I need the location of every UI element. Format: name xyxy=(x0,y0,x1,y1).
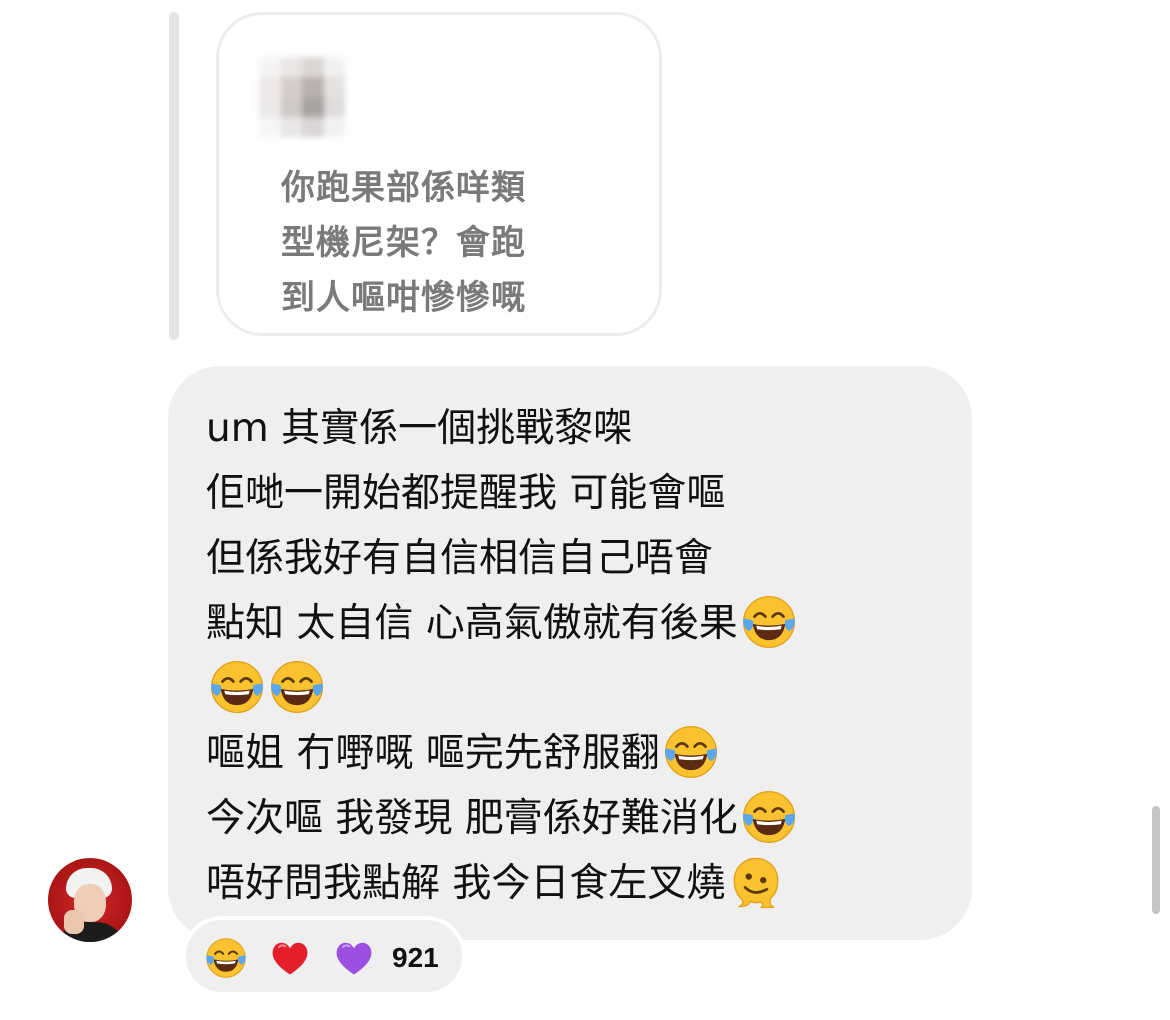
message-line: 嘔姐 冇嘢嘅 嘔完先舒服翻 xyxy=(206,721,946,786)
chat-thread: 你跑果部係咩類 型機尼架？會跑 到人嘔咁慘慘嘅 um 其實係一個挑戰黎㗎佢哋一開… xyxy=(0,0,1170,1020)
purple-heart-icon xyxy=(332,936,376,980)
message-line-text: um 其實係一個挑戰黎㗎 xyxy=(206,406,633,451)
joy-emoji-icon xyxy=(740,593,798,651)
joy-emoji-icon xyxy=(740,788,798,846)
message-line-text: 佢哋一開始都提醒我 可能會嘔 xyxy=(206,471,726,516)
message-line-text: 嘔姐 冇嘢嘅 嘔完先舒服翻 xyxy=(206,731,660,776)
quoted-line: 到人嘔咁慘慘嘅 xyxy=(281,278,526,318)
message-line: 今次嘔 我發現 肥膏係好難消化 xyxy=(206,786,946,851)
message-line: 但係我好有自信相信自己唔會 xyxy=(206,526,946,591)
quoted-message-bubble[interactable]: 你跑果部係咩類 型機尼架？會跑 到人嘔咁慘慘嘅 xyxy=(216,12,662,336)
message-text: um 其實係一個挑戰黎㗎佢哋一開始都提醒我 可能會嘔 但係我好有自信相信自己唔會點… xyxy=(206,396,946,916)
joy-emoji-icon xyxy=(208,658,266,716)
joy-emoji-icon xyxy=(268,658,326,716)
blurred-thumbnail xyxy=(259,57,345,137)
message-bubble[interactable]: um 其實係一個挑戰黎㗎佢哋一開始都提醒我 可能會嘔 但係我好有自信相信自己唔會點… xyxy=(168,366,972,940)
quoted-message-text: 你跑果部係咩類 型機尼架？會跑 到人嘔咁慘慘嘅 xyxy=(281,161,601,326)
reaction-count: 921 xyxy=(392,942,439,973)
message-line-text: 但係我好有自信相信自己唔會 xyxy=(206,536,714,581)
quoted-line: 你跑果部係咩類 xyxy=(281,168,526,208)
reactions-pill[interactable]: 921 xyxy=(182,916,466,996)
message-line: um 其實係一個挑戰黎㗎 xyxy=(206,396,946,461)
message-line: 唔好問我點解 我今日食左叉燒 xyxy=(206,851,946,916)
melting-face-emoji-icon xyxy=(727,853,785,911)
scrollbar[interactable] xyxy=(1152,806,1160,914)
message-line: 佢哋一開始都提醒我 可能會嘔 xyxy=(206,461,946,526)
red-heart-icon xyxy=(268,936,312,980)
sender-avatar[interactable] xyxy=(48,858,132,942)
reply-indicator-bar xyxy=(169,12,179,340)
joy-emoji-icon xyxy=(662,723,720,781)
message-line xyxy=(206,656,946,721)
message-line-text: 唔好問我點解 我今日食左叉燒 xyxy=(206,861,726,906)
joy-emoji-icon xyxy=(204,936,248,980)
message-line-text: 今次嘔 我發現 肥膏係好難消化 xyxy=(206,796,738,841)
message-line: 點知 太自信 心高氣傲就有後果 xyxy=(206,591,946,656)
quoted-line: 型機尼架？會跑 xyxy=(281,223,526,263)
message-line-text: 點知 太自信 心高氣傲就有後果 xyxy=(206,601,738,646)
